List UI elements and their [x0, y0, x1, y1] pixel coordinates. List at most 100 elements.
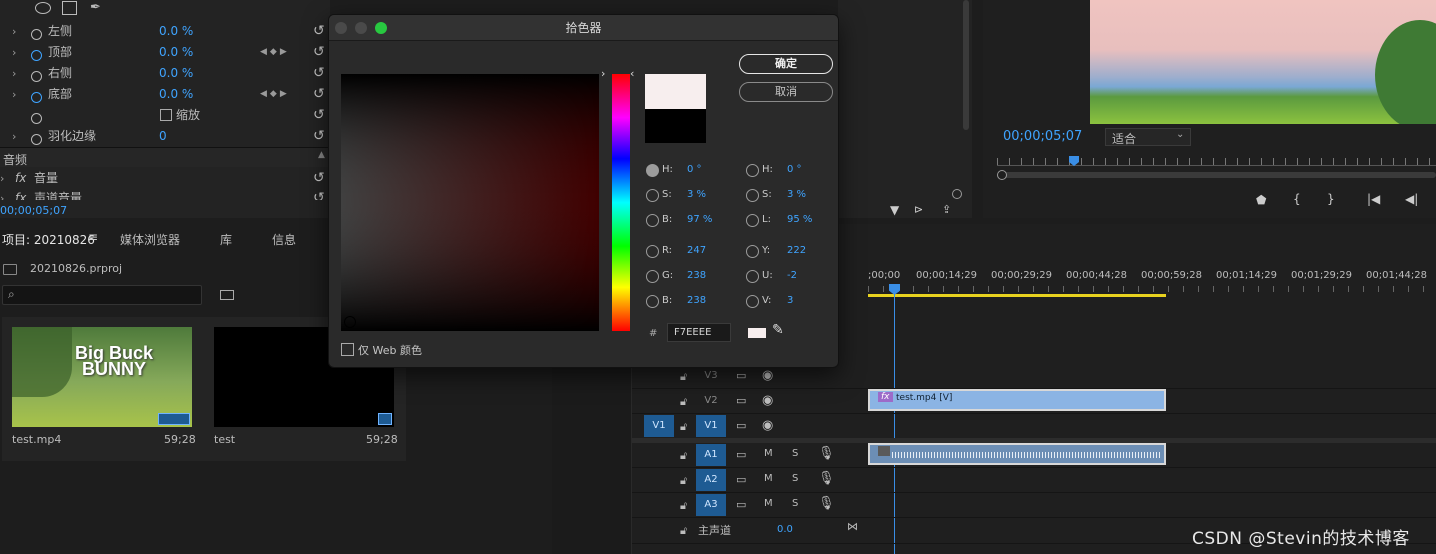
tab-menu-icon[interactable]: ≡: [88, 230, 98, 244]
lock-icon[interactable]: 🔓︎: [680, 370, 687, 384]
radio-hsb-h[interactable]: [646, 164, 659, 177]
sync-lock-icon[interactable]: ▭: [736, 448, 746, 461]
mark-out-icon[interactable]: }: [1327, 192, 1335, 206]
track-name[interactable]: A1: [696, 444, 726, 466]
share-icon[interactable]: ⇪: [942, 203, 951, 216]
chevron-right-icon[interactable]: ›: [12, 21, 16, 42]
field-cursor[interactable]: [344, 316, 356, 328]
web-only-checkbox[interactable]: [341, 343, 354, 356]
reset-icon[interactable]: ↺: [313, 63, 325, 84]
lock-icon[interactable]: 🔓︎: [680, 474, 687, 488]
lock-icon[interactable]: 🔓︎: [680, 449, 687, 463]
lock-icon[interactable]: 🔓︎: [680, 420, 687, 434]
program-zoom-bar[interactable]: [997, 172, 1436, 178]
value-yuv-y[interactable]: 222: [787, 245, 806, 256]
value-hsb-s[interactable]: 3 %: [687, 189, 706, 200]
value-yuv-u[interactable]: -2: [787, 270, 797, 281]
scroll-handle[interactable]: [952, 189, 962, 199]
filter-icon[interactable]: ▼: [890, 203, 899, 217]
hex-input[interactable]: F7EEEE: [667, 323, 731, 342]
mute-button[interactable]: M: [764, 473, 773, 484]
pen-tool-icon[interactable]: ✒: [90, 0, 101, 15]
radio-yuv-u[interactable]: [746, 270, 759, 283]
eye-icon[interactable]: ◉: [762, 393, 773, 408]
eyedropper-icon[interactable]: ✎: [772, 322, 784, 338]
saturation-brightness-field[interactable]: [341, 74, 599, 331]
value-rgb-g[interactable]: 238: [687, 270, 706, 281]
reset-icon[interactable]: ↺: [313, 84, 325, 105]
stopwatch-icon[interactable]: [31, 50, 42, 61]
sync-lock-icon[interactable]: ▭: [736, 369, 746, 382]
value-hsl-s[interactable]: 3 %: [787, 189, 806, 200]
lock-icon[interactable]: 🔓︎: [680, 524, 687, 538]
mute-button[interactable]: M: [764, 448, 773, 459]
effect-value[interactable]: 0: [159, 126, 167, 147]
tab-library[interactable]: 库: [220, 231, 232, 248]
hue-slider[interactable]: [612, 74, 630, 331]
value-hsb-b[interactable]: 97 %: [687, 214, 712, 225]
reset-icon[interactable]: ↺: [313, 42, 325, 63]
sync-lock-icon[interactable]: ▭: [736, 394, 746, 407]
cancel-button[interactable]: 取消: [739, 82, 833, 102]
effects-timecode[interactable]: 00;00;05;07: [0, 204, 67, 217]
stopwatch-icon[interactable]: [31, 92, 42, 103]
program-zoom-handle[interactable]: [997, 170, 1007, 180]
eye-icon[interactable]: ◉: [762, 368, 773, 383]
scale-checkbox[interactable]: [160, 109, 172, 121]
chevron-right-icon[interactable]: ›: [12, 84, 16, 105]
old-color-swatch[interactable]: [645, 109, 706, 143]
effect-value[interactable]: 0.0 %: [159, 84, 193, 105]
lock-icon[interactable]: 🔓︎: [680, 395, 687, 409]
search-field[interactable]: ⌕: [2, 285, 202, 305]
tab-info[interactable]: 信息: [272, 231, 296, 248]
track-name[interactable]: V3: [696, 365, 726, 387]
radio-rgb-g[interactable]: [646, 270, 659, 283]
export-frame-icon[interactable]: ⊳: [914, 203, 923, 216]
new-bin-icon[interactable]: [220, 290, 234, 300]
go-to-end-icon[interactable]: ⋈: [847, 520, 858, 533]
stopwatch-icon[interactable]: [31, 113, 42, 124]
track-name[interactable]: V2: [696, 390, 726, 412]
program-timecode[interactable]: 00;00;05;07: [1003, 129, 1082, 144]
radio-hsl-l[interactable]: [746, 214, 759, 227]
reset-icon[interactable]: ↺: [313, 168, 325, 189]
source-patch[interactable]: V1: [644, 415, 674, 437]
solo-button[interactable]: S: [792, 473, 798, 484]
keyframe-nav-icon[interactable]: ◀◆▶: [260, 42, 290, 63]
go-to-in-icon[interactable]: |◀: [1367, 192, 1380, 206]
keyframe-nav-icon[interactable]: ◀◆▶: [260, 84, 290, 105]
project-item[interactable]: Big Buck BUNNY: [12, 327, 192, 427]
hue-pointer-right-icon[interactable]: ‹: [630, 67, 634, 80]
work-area-bar[interactable]: [868, 294, 1166, 297]
value-rgb-b[interactable]: 238: [687, 295, 706, 306]
mic-icon[interactable]: 🎙︎: [818, 471, 835, 486]
reset-icon[interactable]: ↺: [313, 21, 325, 42]
effect-value[interactable]: 0.0 %: [159, 21, 193, 42]
mic-icon[interactable]: 🎙︎: [818, 496, 835, 511]
tab-media-browser[interactable]: 媒体浏览器: [120, 231, 180, 248]
value-hsl-l[interactable]: 95 %: [787, 214, 812, 225]
radio-hsl-h[interactable]: [746, 164, 759, 177]
track-name[interactable]: V1: [696, 415, 726, 437]
solo-button[interactable]: S: [792, 498, 798, 509]
value-hsb-h[interactable]: 0 °: [687, 164, 702, 175]
audio-clip[interactable]: [868, 443, 1166, 465]
fit-dropdown[interactable]: 适合 ⌄: [1105, 128, 1191, 146]
program-ruler[interactable]: [997, 158, 1436, 166]
radio-yuv-v[interactable]: [746, 295, 759, 308]
effect-value[interactable]: 0.0 %: [159, 42, 193, 63]
value-yuv-v[interactable]: 3: [787, 295, 793, 306]
collapse-up-icon[interactable]: ▲: [318, 150, 325, 160]
reset-icon[interactable]: ↺: [313, 188, 325, 200]
stopwatch-icon[interactable]: [31, 29, 42, 40]
timeline-ruler[interactable]: ;00;00 00;00;14;29 00;00;29;29 00;00;44;…: [868, 266, 1436, 300]
lock-icon[interactable]: 🔓︎: [680, 499, 687, 513]
hue-pointer-left-icon[interactable]: ›: [601, 67, 605, 80]
chevron-right-icon[interactable]: ›: [0, 168, 4, 189]
stopwatch-icon[interactable]: [31, 71, 42, 82]
tab-project[interactable]: 项目: 20210826: [2, 231, 95, 248]
close-light-icon[interactable]: [335, 22, 347, 34]
zoom-light-icon[interactable]: [375, 22, 387, 34]
solo-button[interactable]: S: [792, 448, 798, 459]
track-name[interactable]: A2: [696, 469, 726, 491]
